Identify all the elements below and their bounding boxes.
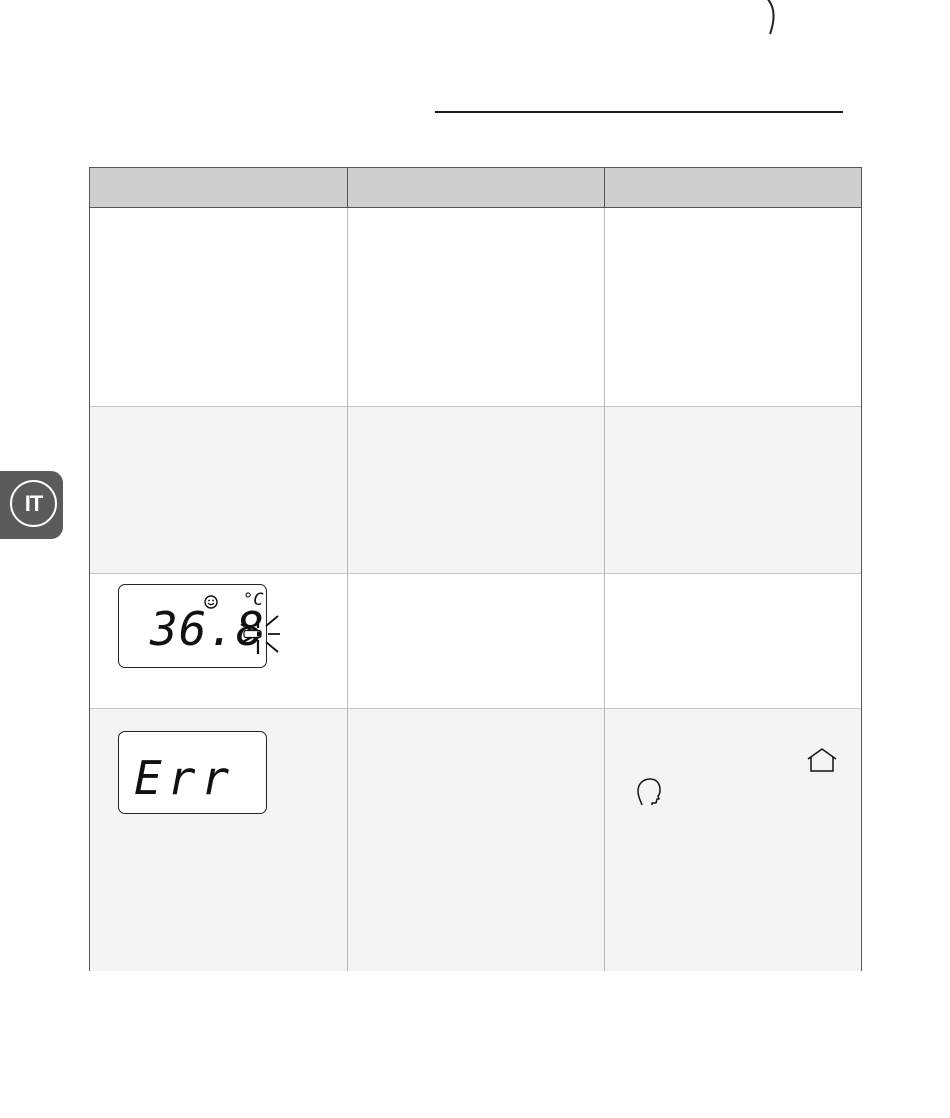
head-profile-icon: [637, 778, 661, 806]
heading-underline: [435, 111, 843, 113]
header-divider: [604, 168, 605, 208]
table-header-row: [90, 168, 861, 208]
table-row: [90, 208, 861, 407]
language-badge[interactable]: IT: [10, 480, 57, 527]
column-divider: [604, 208, 605, 971]
error-code: Err: [134, 751, 236, 805]
table-row: [90, 407, 861, 574]
column-divider: [347, 208, 348, 971]
header-divider: [347, 168, 348, 208]
page-corner-arc: [767, 0, 775, 35]
troubleshooting-table: [89, 167, 862, 971]
beep-signal-icon: [240, 614, 280, 654]
home-icon: [807, 748, 837, 772]
